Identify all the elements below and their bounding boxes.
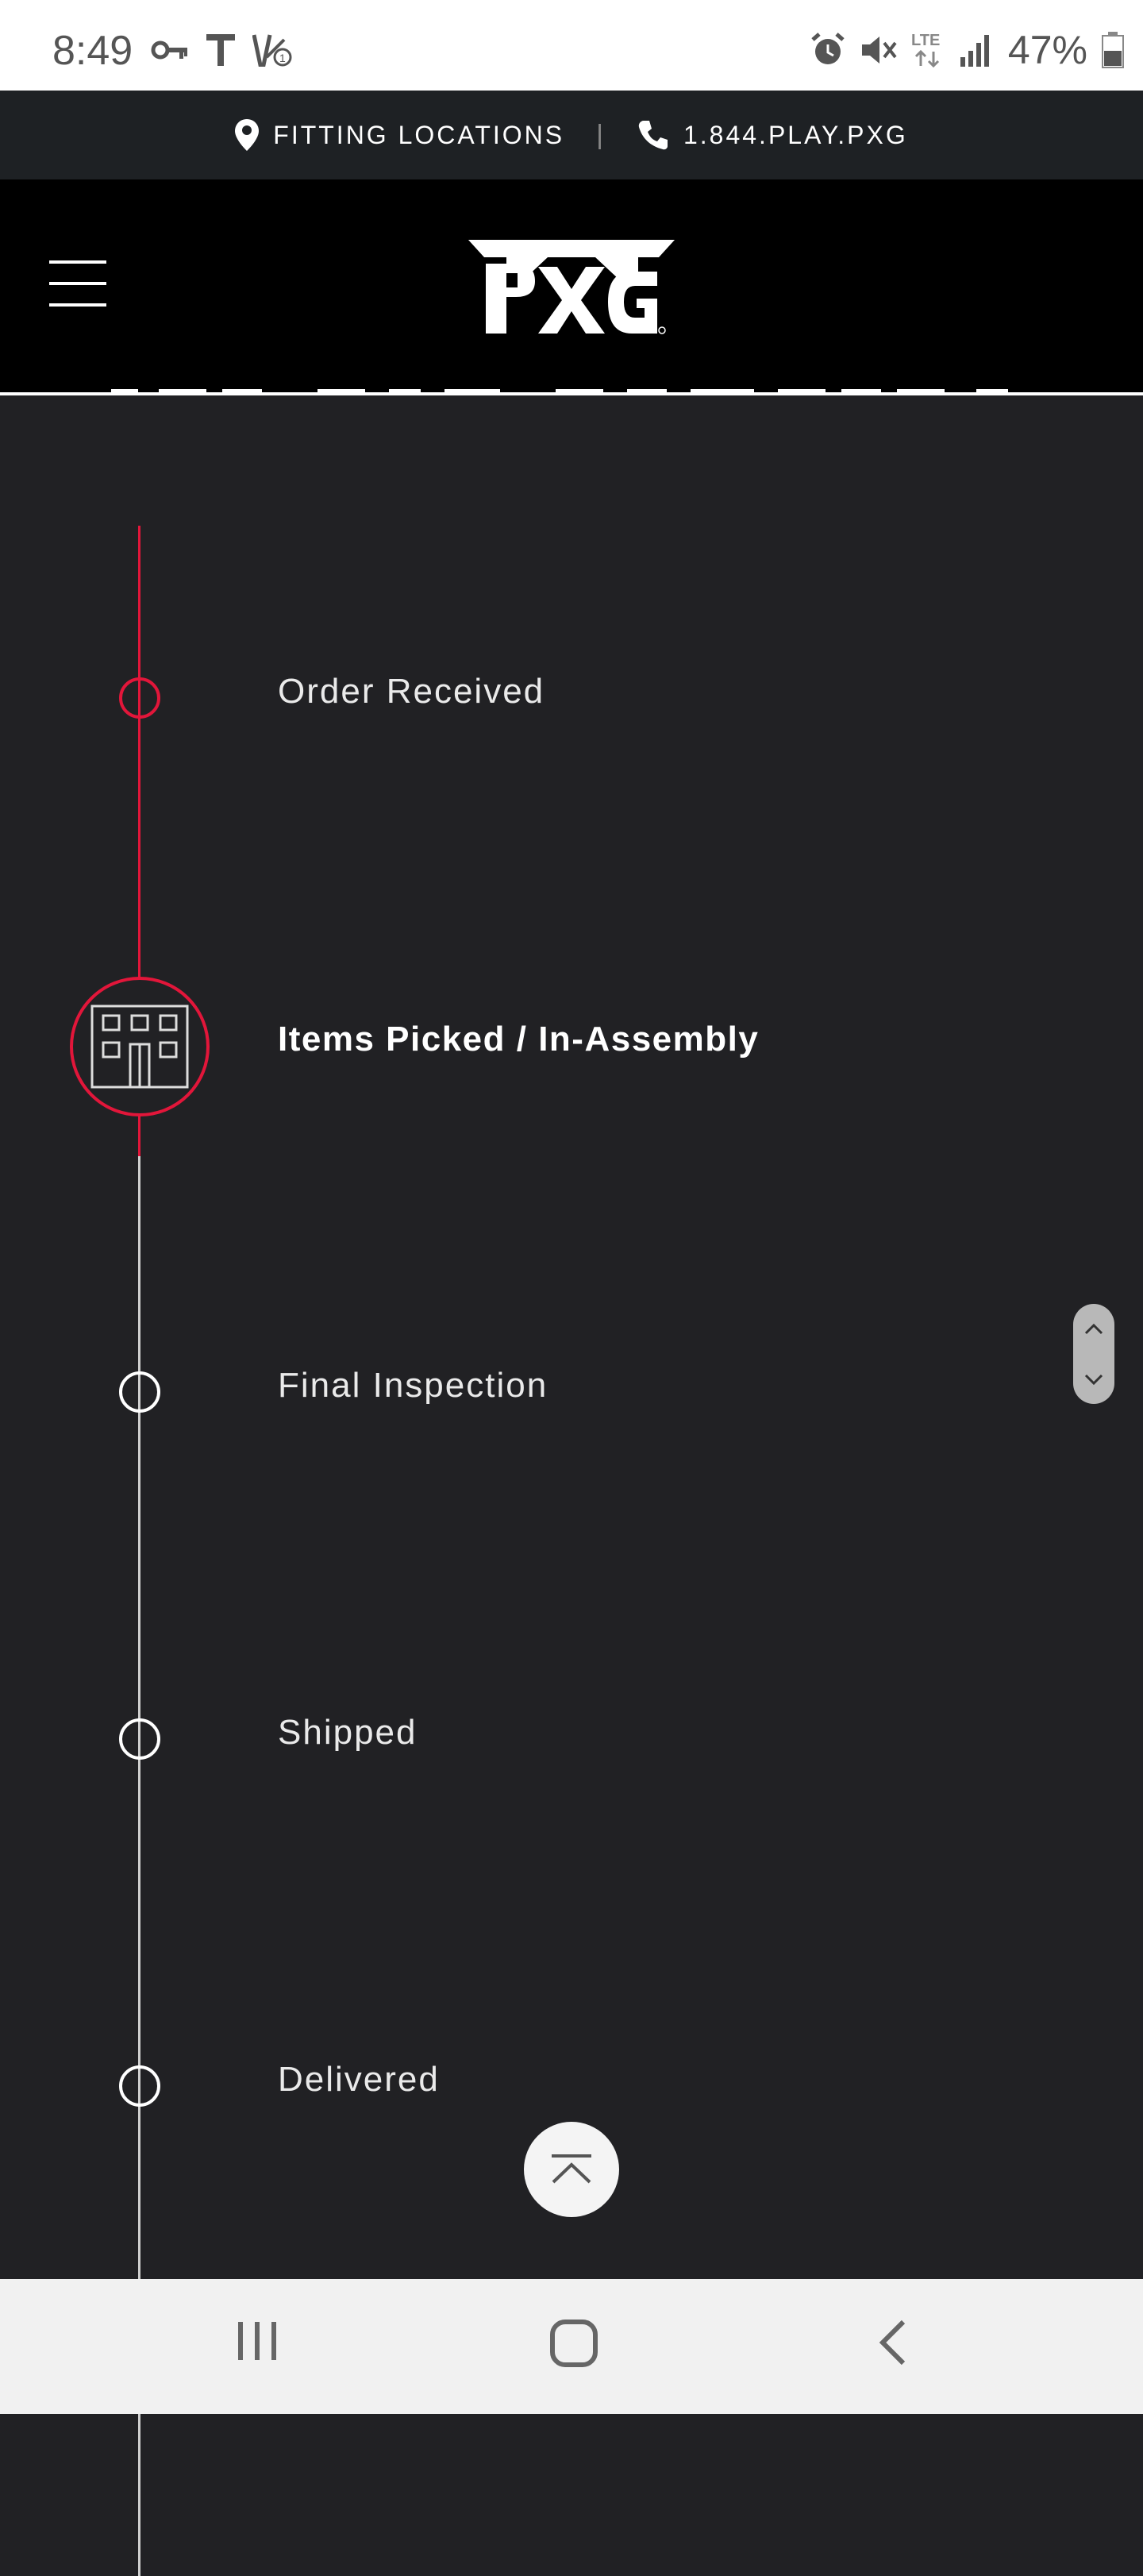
step-items-picked-marker [70, 977, 210, 1116]
t-icon [206, 34, 235, 66]
key-icon [151, 40, 187, 60]
system-navigation-bar [0, 2279, 1143, 2414]
step-delivered-marker [119, 2065, 160, 2107]
lte-icon: LTE [911, 32, 940, 68]
status-bar: 8:49 1 LTE 47% [0, 0, 1143, 91]
utility-bar: FITTING LOCATIONS | 1.844.PLAY.PXG [0, 91, 1143, 179]
mute-icon [861, 37, 897, 64]
phone-link[interactable]: 1.844.PLAY.PXG [637, 119, 908, 151]
menu-icon[interactable] [49, 260, 106, 308]
alarm-icon [811, 33, 845, 64]
phone-number-label: 1.844.PLAY.PXG [683, 120, 908, 149]
svg-text:1: 1 [279, 52, 286, 64]
step-order-received-label: Order Received [278, 672, 545, 711]
battery-icon [1102, 32, 1124, 68]
notification-icon: 1 [252, 34, 292, 67]
arrow-to-top-icon [552, 2154, 591, 2184]
utility-separator: | [596, 119, 606, 150]
status-time: 8:49 [52, 28, 133, 74]
step-shipped-marker [119, 1718, 160, 1760]
fitting-locations-label: FITTING LOCATIONS [273, 120, 565, 149]
back-icon[interactable] [876, 2319, 908, 2366]
home-icon[interactable] [549, 2319, 598, 2368]
step-final-inspection-marker [119, 1371, 160, 1413]
step-order-received-marker [119, 677, 160, 719]
location-pin-icon [235, 119, 260, 151]
step-delivered-label: Delivered [278, 2060, 440, 2099]
order-status-timeline: Order Received Items Picked / In-Assembl… [0, 476, 1143, 2576]
back-to-top-button[interactable] [524, 2122, 619, 2217]
svg-text:LTE: LTE [911, 32, 940, 49]
pxg-logo[interactable] [468, 240, 675, 340]
step-shipped-label: Shipped [278, 1713, 418, 1752]
phone-icon [638, 121, 668, 150]
scroll-control[interactable] [1073, 1304, 1114, 1404]
step-items-picked-label: Items Picked / In-Assembly [278, 1020, 760, 1059]
chevron-up-icon[interactable] [1083, 1323, 1104, 1336]
step-final-inspection-label: Final Inspection [278, 1366, 548, 1405]
chevron-down-icon[interactable] [1083, 1373, 1104, 1386]
building-icon [90, 1005, 189, 1089]
battery-percentage: 47% [1007, 28, 1087, 72]
signal-icon [960, 35, 989, 67]
recent-apps-icon[interactable] [235, 2319, 279, 2363]
fitting-locations-link[interactable]: FITTING LOCATIONS [235, 119, 564, 151]
site-header [0, 179, 1143, 395]
